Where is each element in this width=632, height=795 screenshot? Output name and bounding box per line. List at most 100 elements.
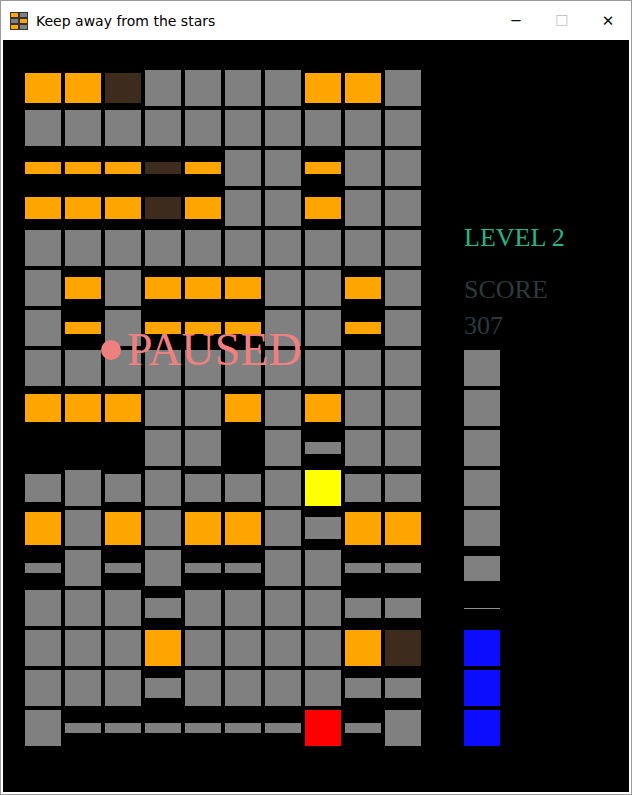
wall-tile bbox=[225, 670, 261, 706]
wall-tile bbox=[225, 110, 261, 146]
side-slot bbox=[464, 428, 504, 468]
wall-tile bbox=[385, 390, 421, 426]
board-cell bbox=[383, 228, 423, 268]
board-cell bbox=[383, 148, 423, 188]
wall-tile bbox=[145, 390, 181, 426]
star-tile bbox=[105, 197, 141, 219]
wall-tile bbox=[385, 270, 421, 306]
board-cell bbox=[223, 108, 263, 148]
wall-tile bbox=[225, 150, 261, 186]
board-cell bbox=[143, 228, 183, 268]
wall-tile bbox=[305, 350, 341, 386]
paused-text: PAUSED bbox=[127, 324, 302, 376]
board-cell bbox=[343, 308, 383, 348]
star-tile bbox=[65, 277, 101, 299]
wall-tile bbox=[65, 230, 101, 266]
close-button[interactable]: ✕ bbox=[585, 1, 631, 40]
board-cell bbox=[63, 628, 103, 668]
wall-tile bbox=[145, 510, 181, 546]
wall-tile bbox=[145, 470, 181, 506]
score-value: 307 bbox=[464, 308, 565, 344]
board-cell bbox=[343, 68, 383, 108]
star-tile bbox=[185, 277, 221, 299]
wall-tile bbox=[345, 598, 381, 618]
board-cell bbox=[343, 628, 383, 668]
board-cell bbox=[303, 508, 343, 548]
wall-tile bbox=[265, 510, 301, 546]
board-cell bbox=[183, 148, 223, 188]
board-cell bbox=[63, 388, 103, 428]
board-cell bbox=[183, 268, 223, 308]
wall-tile bbox=[385, 678, 421, 698]
star-tile bbox=[65, 322, 101, 334]
board-cell bbox=[63, 348, 103, 388]
wall-tile bbox=[145, 430, 181, 466]
board-cell bbox=[303, 308, 343, 348]
wall-tile bbox=[265, 550, 301, 586]
wall-tile bbox=[185, 430, 221, 466]
wall-tile bbox=[145, 110, 181, 146]
board-cell bbox=[23, 68, 63, 108]
wall-tile bbox=[385, 350, 421, 386]
board-cell bbox=[183, 708, 223, 748]
side-slot bbox=[464, 668, 504, 708]
wall-tile bbox=[185, 474, 221, 502]
wall-tile bbox=[225, 563, 261, 573]
star-tile bbox=[185, 162, 221, 174]
wall-tile bbox=[464, 470, 500, 506]
star-tile bbox=[145, 630, 181, 666]
board-cell bbox=[143, 188, 183, 228]
star-tile bbox=[345, 630, 381, 666]
star-tile bbox=[225, 277, 261, 299]
board-cell bbox=[343, 588, 383, 628]
star-tile bbox=[25, 197, 61, 219]
board-cell bbox=[303, 348, 343, 388]
wall-tile bbox=[265, 723, 301, 733]
board-cell bbox=[303, 148, 343, 188]
wall-tile bbox=[105, 590, 141, 626]
star-tile bbox=[305, 73, 341, 103]
board-cell bbox=[143, 588, 183, 628]
wall-tile bbox=[225, 70, 261, 106]
maximize-button: ☐ bbox=[539, 1, 585, 40]
star-tile bbox=[345, 73, 381, 103]
board-cell bbox=[183, 188, 223, 228]
board-cell bbox=[183, 588, 223, 628]
board-cell bbox=[23, 108, 63, 148]
wall-tile bbox=[105, 110, 141, 146]
board-cell bbox=[63, 228, 103, 268]
board-cell bbox=[143, 668, 183, 708]
board-cell bbox=[63, 668, 103, 708]
board-cell bbox=[263, 188, 303, 228]
board-cell bbox=[103, 668, 143, 708]
board-cell bbox=[383, 468, 423, 508]
wall-tile bbox=[345, 723, 381, 733]
star-tile bbox=[105, 162, 141, 174]
wall-tile bbox=[265, 230, 301, 266]
board-cell bbox=[23, 268, 63, 308]
board-cell bbox=[63, 268, 103, 308]
board-cell bbox=[343, 188, 383, 228]
star-tile bbox=[25, 73, 61, 103]
wall-tile bbox=[65, 470, 101, 506]
wall-tile bbox=[385, 430, 421, 466]
minimize-button[interactable]: ─ bbox=[493, 1, 539, 40]
side-slot bbox=[464, 508, 504, 548]
board-cell bbox=[103, 68, 143, 108]
side-slot bbox=[464, 588, 504, 628]
board-cell bbox=[143, 548, 183, 588]
board-cell bbox=[103, 108, 143, 148]
board-cell bbox=[183, 548, 223, 588]
board-cell bbox=[183, 68, 223, 108]
pause-dot-icon bbox=[101, 340, 121, 360]
board-cell bbox=[383, 708, 423, 748]
board-cell bbox=[223, 68, 263, 108]
board-cell bbox=[263, 708, 303, 748]
board-cell bbox=[383, 68, 423, 108]
wall-tile bbox=[385, 230, 421, 266]
board-cell bbox=[383, 588, 423, 628]
wall-tile bbox=[385, 474, 421, 502]
title-bar: Keep away from the stars ─☐✕ bbox=[1, 1, 631, 40]
wall-tile bbox=[305, 670, 341, 706]
board-cell bbox=[23, 628, 63, 668]
